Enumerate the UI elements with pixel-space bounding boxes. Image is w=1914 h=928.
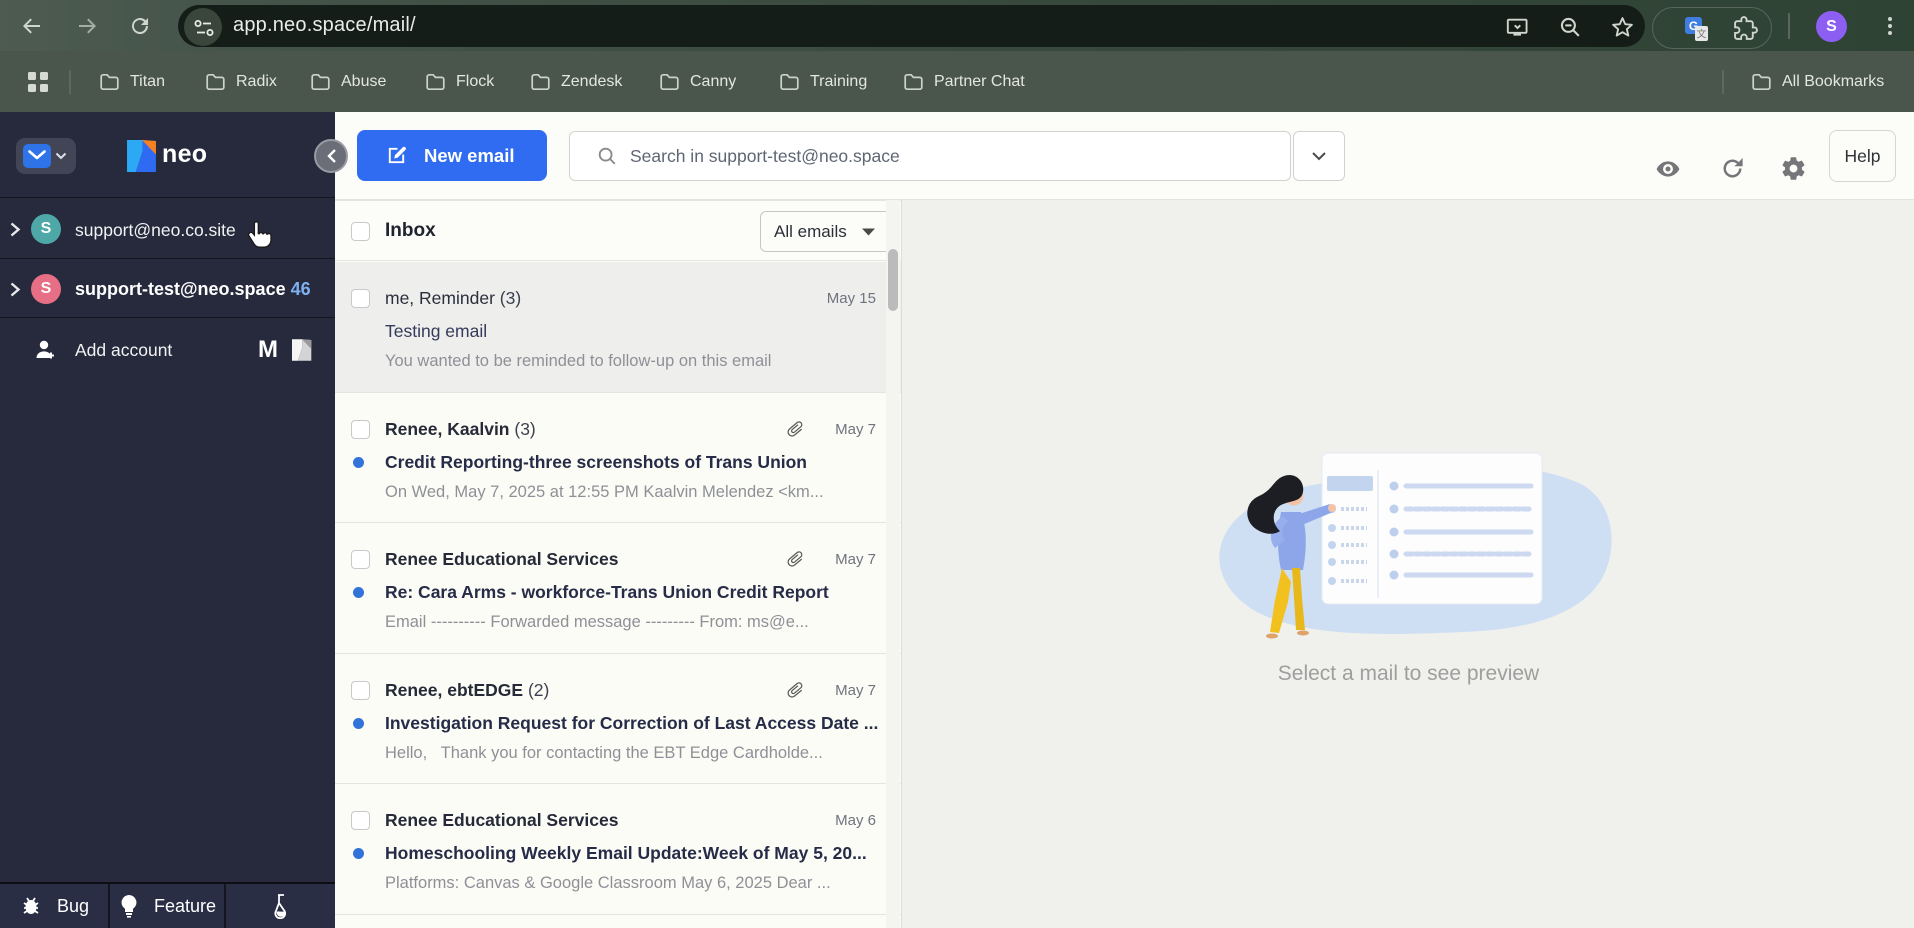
svg-text:文: 文 (1697, 28, 1707, 41)
